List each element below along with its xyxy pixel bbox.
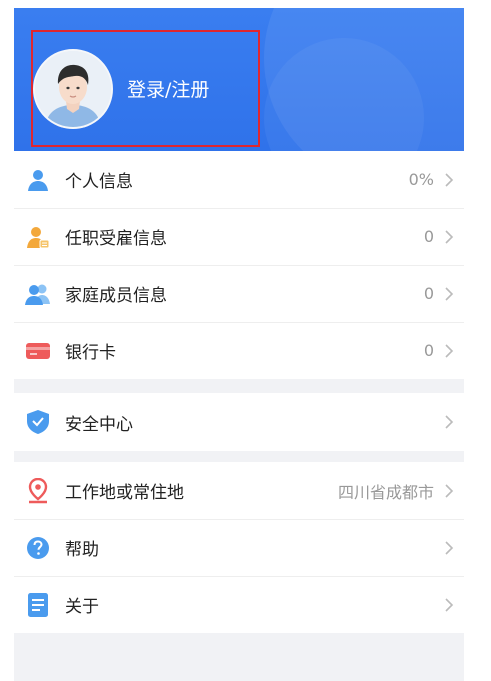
menu-item-label: 安全中心	[65, 414, 133, 435]
menu-item-label: 任职受雇信息	[65, 229, 167, 249]
family-icon	[25, 281, 51, 307]
login-register-label: 登录/注册	[127, 79, 210, 101]
menu-item-label: 关于	[65, 597, 99, 617]
user-avatar-icon	[35, 50, 111, 127]
chevron-right-icon	[434, 172, 464, 187]
avatar[interactable]	[33, 48, 113, 129]
document-icon	[25, 592, 51, 618]
menu-item-label: 个人信息	[65, 172, 133, 192]
app-screen: 登录/注册 个人信息 0% 任职受雇信息 0 家庭成员信息 0 银行卡 0 安全…	[14, 8, 464, 681]
other-menu-group: 工作地或常住地 四川省成都市 帮助 关于	[14, 462, 464, 633]
chevron-right-icon	[434, 415, 464, 429]
chevron-right-icon	[434, 229, 464, 244]
login-register-area[interactable]: 登录/注册	[31, 30, 260, 147]
menu-item-label: 帮助	[65, 540, 99, 560]
menu-item-personal-info[interactable]: 个人信息 0%	[14, 151, 464, 208]
chevron-right-icon	[434, 540, 464, 555]
security-menu-group: 安全中心	[14, 393, 464, 451]
menu-item-value: 0	[423, 341, 434, 360]
menu-item-work-location[interactable]: 工作地或常住地 四川省成都市	[14, 462, 464, 519]
bank-card-icon	[25, 338, 51, 364]
info-menu-group: 个人信息 0% 任职受雇信息 0 家庭成员信息 0 银行卡 0	[14, 151, 464, 379]
menu-item-security-center[interactable]: 安全中心	[14, 393, 464, 451]
menu-item-value: 0	[423, 284, 434, 303]
help-icon	[25, 535, 51, 561]
chevron-right-icon	[434, 483, 464, 498]
menu-item-help[interactable]: 帮助	[14, 519, 464, 576]
profile-header: 登录/注册	[14, 8, 464, 151]
menu-item-label: 银行卡	[65, 343, 116, 363]
employee-badge-icon	[25, 224, 51, 250]
chevron-right-icon	[434, 343, 464, 358]
menu-item-bank-card[interactable]: 银行卡 0	[14, 322, 464, 379]
person-icon	[25, 167, 51, 193]
menu-item-about[interactable]: 关于	[14, 576, 464, 633]
menu-item-employment-info[interactable]: 任职受雇信息 0	[14, 208, 464, 265]
menu-item-value: 四川省成都市	[337, 482, 434, 502]
menu-item-family-info[interactable]: 家庭成员信息 0	[14, 265, 464, 322]
chevron-right-icon	[434, 597, 464, 612]
menu-item-value: 0	[423, 227, 434, 246]
menu-item-value: 0%	[408, 170, 434, 189]
chevron-right-icon	[434, 286, 464, 301]
menu-item-label: 家庭成员信息	[65, 286, 167, 306]
location-pin-icon	[25, 477, 51, 504]
menu-item-label: 工作地或常住地	[65, 483, 184, 503]
shield-icon	[25, 409, 51, 435]
